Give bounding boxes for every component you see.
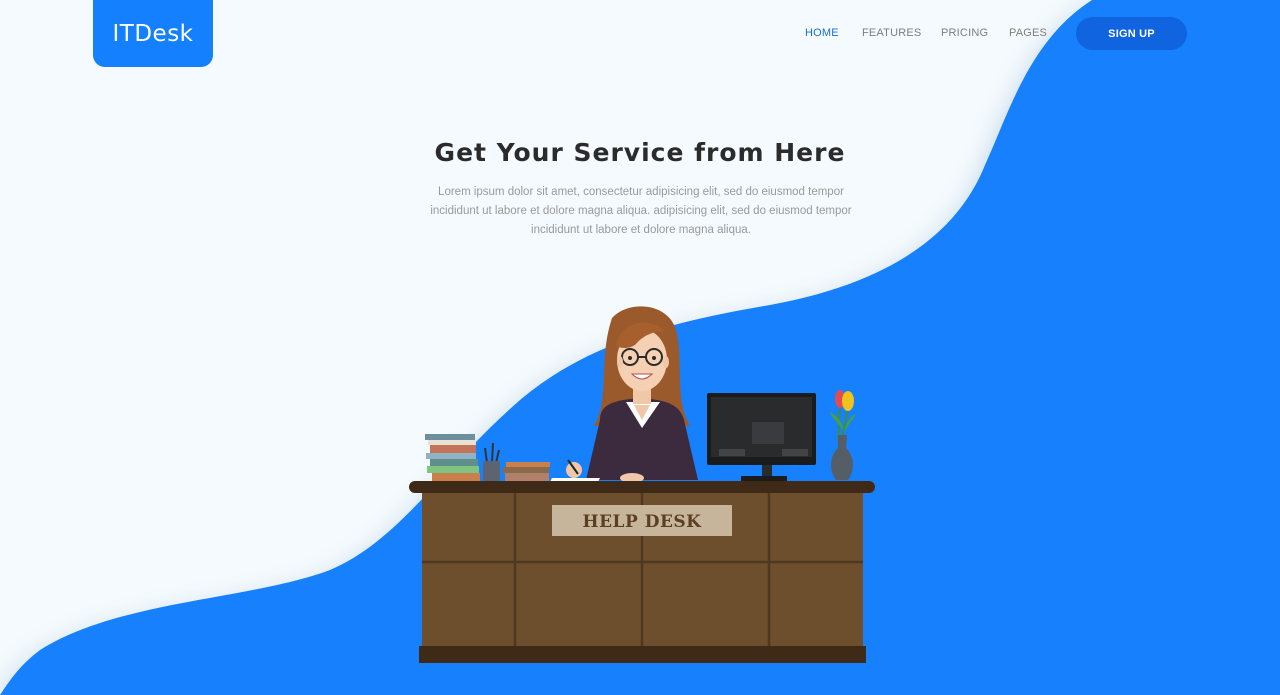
nav-item-pricing[interactable]: PRICING [941, 27, 988, 39]
help-desk-sign: HELP DESK [583, 512, 703, 532]
receptionist-woman [550, 306, 698, 483]
nav-item-home[interactable]: HOME [805, 27, 839, 39]
book-stack [425, 434, 480, 481]
hero-description: Lorem ipsum dolor sit amet, consectetur … [430, 186, 852, 236]
small-book-stack [503, 462, 550, 481]
nav-item-features[interactable]: FEATURES [862, 27, 921, 39]
nav-item-pages[interactable]: PAGES [1009, 27, 1047, 39]
brand-logo[interactable]: ITDesk [93, 0, 213, 67]
flower-vase [830, 390, 856, 480]
hero-title: Get Your Service from Here [434, 138, 846, 167]
pen-holder [483, 442, 500, 481]
help-desk: HELP DESK [409, 481, 875, 663]
sign-up-button[interactable]: SIGN UP [1076, 17, 1187, 50]
computer-monitor [707, 393, 816, 481]
help-desk-illustration: HELP DESK [409, 306, 875, 663]
